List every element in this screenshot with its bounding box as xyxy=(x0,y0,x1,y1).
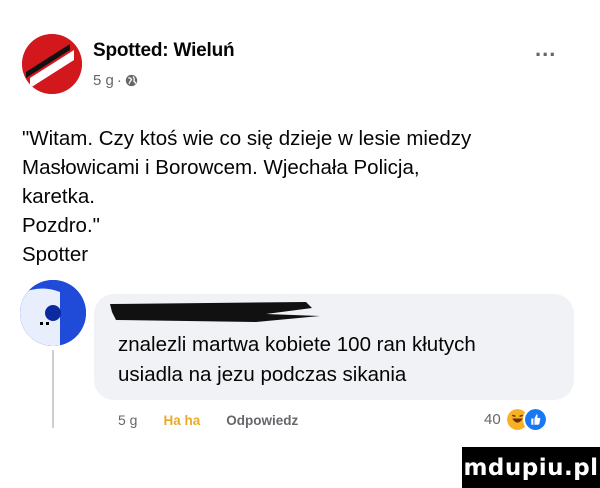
more-options-button[interactable]: ... xyxy=(535,36,556,62)
post-timestamp[interactable]: 5 g xyxy=(93,72,114,89)
post-line: karetka. xyxy=(22,185,95,208)
avatar-image xyxy=(20,280,86,346)
post-line: "Witam. Czy ktoś wie co się dzieje w les… xyxy=(22,127,472,150)
site-watermark: mdupiu.pl xyxy=(462,447,600,488)
thread-line xyxy=(52,350,54,428)
haha-reaction-button[interactable]: Ha ha xyxy=(163,413,200,428)
post-line: Masłowicami i Borowcem. Wjechała Policja… xyxy=(22,156,420,179)
comment-actions: 5 g Ha ha Odpowiedz xyxy=(118,412,298,428)
globe-icon xyxy=(125,74,138,87)
post-text: "Witam. Czy ktoś wie co się dzieje w les… xyxy=(22,124,582,269)
comment-text: znalezli martwa kobiete 100 ran kłutych … xyxy=(118,330,476,390)
like-icon xyxy=(522,407,548,432)
comment-line: usiadla na jezu podczas sikania xyxy=(118,363,407,386)
redacted-name-scribble xyxy=(110,302,320,322)
reaction-count: 40 xyxy=(484,411,501,428)
post-meta: 5 g · xyxy=(93,72,138,89)
page-avatar[interactable] xyxy=(22,34,82,94)
post-line: Spotter xyxy=(22,243,89,266)
reaction-icons xyxy=(504,407,548,432)
comment-timestamp[interactable]: 5 g xyxy=(118,412,137,428)
meta-separator: · xyxy=(116,72,122,89)
post-line: Pozdro." xyxy=(22,214,100,237)
reply-button[interactable]: Odpowiedz xyxy=(226,413,298,428)
commenter-avatar[interactable] xyxy=(20,280,86,346)
page-logo-icon xyxy=(22,34,82,94)
page-name[interactable]: Spotted: Wieluń xyxy=(93,40,235,62)
comment-line: znalezli martwa kobiete 100 ran kłutych xyxy=(118,333,476,356)
reaction-summary[interactable]: 40 xyxy=(484,407,548,432)
